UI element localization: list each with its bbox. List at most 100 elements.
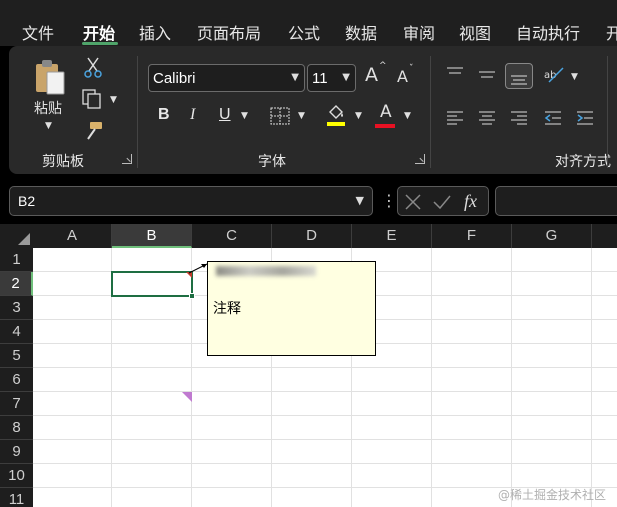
row-header-9[interactable]: 9 bbox=[0, 440, 33, 464]
tab-page-layout[interactable]: 页面布局 bbox=[197, 20, 261, 44]
font-size-select[interactable]: 11 ▼ bbox=[307, 64, 356, 92]
tab-formulas[interactable]: 公式 bbox=[288, 20, 320, 44]
row-header-6[interactable]: 6 bbox=[0, 368, 33, 392]
font-color-dropdown-icon[interactable]: ▼ bbox=[404, 112, 411, 121]
copy-dropdown-icon[interactable]: ▼ bbox=[110, 96, 117, 105]
gridline bbox=[511, 248, 512, 507]
column-header-a[interactable]: A bbox=[33, 224, 112, 248]
gridline bbox=[33, 391, 617, 392]
formula-input[interactable] bbox=[495, 186, 617, 216]
column-header-g[interactable]: G bbox=[512, 224, 592, 248]
selected-cell-b2[interactable] bbox=[111, 271, 193, 297]
column-header-e[interactable]: E bbox=[352, 224, 432, 248]
chevron-down-icon: ▼ bbox=[291, 72, 299, 83]
font-size-value: 11 bbox=[312, 70, 328, 87]
gridline bbox=[33, 415, 617, 416]
increase-font-size-icon[interactable]: A bbox=[365, 66, 378, 85]
orientation-icon[interactable]: ab bbox=[543, 64, 565, 86]
gridline bbox=[33, 463, 617, 464]
italic-button[interactable]: I bbox=[190, 106, 195, 124]
active-tab-underline bbox=[82, 42, 118, 45]
gridline bbox=[33, 439, 617, 440]
tab-review[interactable]: 审阅 bbox=[403, 20, 435, 44]
cancel-icon[interactable] bbox=[404, 193, 422, 211]
ribbon-tab-bar: 文件 开始 插入 页面布局 公式 数据 审阅 视图 自动执行 开 bbox=[0, 0, 617, 46]
watermark: @稀土掘金技术社区 bbox=[498, 488, 607, 502]
column-header-c[interactable]: C bbox=[192, 224, 272, 248]
font-name-select[interactable]: Calibri ▼ bbox=[148, 64, 305, 92]
increase-arrow-icon: ^ bbox=[379, 61, 387, 71]
copy-icon[interactable] bbox=[81, 88, 103, 110]
row-header-10[interactable]: 10 bbox=[0, 464, 33, 488]
underline-button[interactable]: U bbox=[219, 106, 231, 124]
tab-view[interactable]: 视图 bbox=[459, 20, 491, 44]
row-header-2[interactable]: 2 bbox=[0, 272, 33, 296]
increase-indent-icon[interactable] bbox=[575, 109, 595, 127]
row-header-5[interactable]: 5 bbox=[0, 344, 33, 368]
font-launcher-icon[interactable] bbox=[415, 154, 425, 164]
more-options-icon[interactable]: ⋮ bbox=[381, 191, 397, 210]
chevron-down-icon: ▼ bbox=[342, 72, 350, 83]
row-header-7[interactable]: 7 bbox=[0, 392, 33, 416]
bottom-align-icon[interactable] bbox=[505, 63, 533, 89]
orientation-dropdown-icon[interactable]: ▼ bbox=[571, 73, 578, 82]
comment-note[interactable]: 注释 bbox=[207, 261, 376, 356]
group-separator bbox=[137, 56, 138, 168]
tab-insert[interactable]: 插入 bbox=[139, 20, 171, 44]
decrease-font-size-icon[interactable]: A bbox=[397, 69, 408, 85]
gridline bbox=[591, 248, 592, 507]
column-header-f[interactable]: F bbox=[432, 224, 512, 248]
underline-dropdown-icon[interactable]: ▼ bbox=[241, 112, 248, 121]
paste-label[interactable]: 粘贴 bbox=[34, 102, 62, 116]
formula-bar: B2 ▼ ⋮ fx bbox=[0, 174, 617, 224]
chevron-down-icon: ▼ bbox=[355, 194, 364, 207]
font-name-value: Calibri bbox=[153, 70, 196, 87]
gridline bbox=[431, 248, 432, 507]
tab-home[interactable]: 开始 bbox=[83, 20, 115, 44]
decrease-indent-icon[interactable] bbox=[543, 109, 563, 127]
paste-icon[interactable] bbox=[33, 58, 67, 96]
row-header-8[interactable]: 8 bbox=[0, 416, 33, 440]
tab-file[interactable]: 文件 bbox=[22, 20, 54, 44]
marker-triangle-icon bbox=[182, 392, 192, 402]
borders-dropdown-icon[interactable]: ▼ bbox=[298, 112, 305, 121]
column-header-b[interactable]: B bbox=[112, 224, 192, 248]
format-painter-icon[interactable] bbox=[82, 120, 104, 142]
name-box[interactable]: B2 ▼ bbox=[9, 186, 373, 216]
cut-icon[interactable] bbox=[83, 56, 103, 78]
worksheet-grid[interactable]: A B C D E F G 1 2 3 4 5 6 7 8 9 10 11 注释… bbox=[0, 224, 617, 507]
align-left-icon[interactable] bbox=[445, 109, 465, 127]
insert-function-icon[interactable]: fx bbox=[464, 192, 477, 210]
font-color-icon[interactable]: A bbox=[380, 104, 392, 121]
clipboard-group-label: 剪贴板 bbox=[42, 154, 84, 170]
tab-automate[interactable]: 自动执行 bbox=[516, 20, 580, 44]
column-header-h[interactable] bbox=[592, 224, 617, 248]
row-header-11[interactable]: 11 bbox=[0, 488, 33, 507]
font-group-label: 字体 bbox=[258, 154, 286, 170]
comment-text: 注释 bbox=[213, 301, 241, 317]
fill-handle[interactable] bbox=[189, 293, 195, 299]
clipboard-launcher-icon[interactable] bbox=[122, 154, 132, 164]
fill-color-dropdown-icon[interactable]: ▼ bbox=[355, 112, 362, 121]
font-color-swatch bbox=[375, 124, 395, 128]
align-center-icon[interactable] bbox=[477, 109, 497, 127]
decrease-arrow-icon: ˇ bbox=[409, 64, 414, 74]
group-separator bbox=[607, 56, 608, 168]
align-right-icon[interactable] bbox=[509, 109, 529, 127]
enter-icon[interactable] bbox=[432, 193, 452, 211]
fill-color-icon[interactable] bbox=[325, 102, 347, 128]
select-all-button[interactable] bbox=[0, 224, 33, 248]
tab-data[interactable]: 数据 bbox=[345, 20, 377, 44]
borders-icon[interactable] bbox=[270, 107, 290, 125]
column-header-d[interactable]: D bbox=[272, 224, 352, 248]
top-align-icon[interactable] bbox=[445, 66, 465, 82]
bold-button[interactable]: B bbox=[158, 106, 170, 124]
comment-author-blurred bbox=[216, 266, 316, 276]
tab-developer[interactable]: 开 bbox=[606, 20, 617, 44]
paste-dropdown-icon[interactable]: ▼ bbox=[45, 122, 52, 131]
row-header-3[interactable]: 3 bbox=[0, 296, 33, 320]
row-header-1[interactable]: 1 bbox=[0, 248, 33, 272]
middle-align-icon[interactable] bbox=[477, 66, 497, 82]
alignment-group-label: 对齐方式 bbox=[555, 154, 611, 170]
row-header-4[interactable]: 4 bbox=[0, 320, 33, 344]
